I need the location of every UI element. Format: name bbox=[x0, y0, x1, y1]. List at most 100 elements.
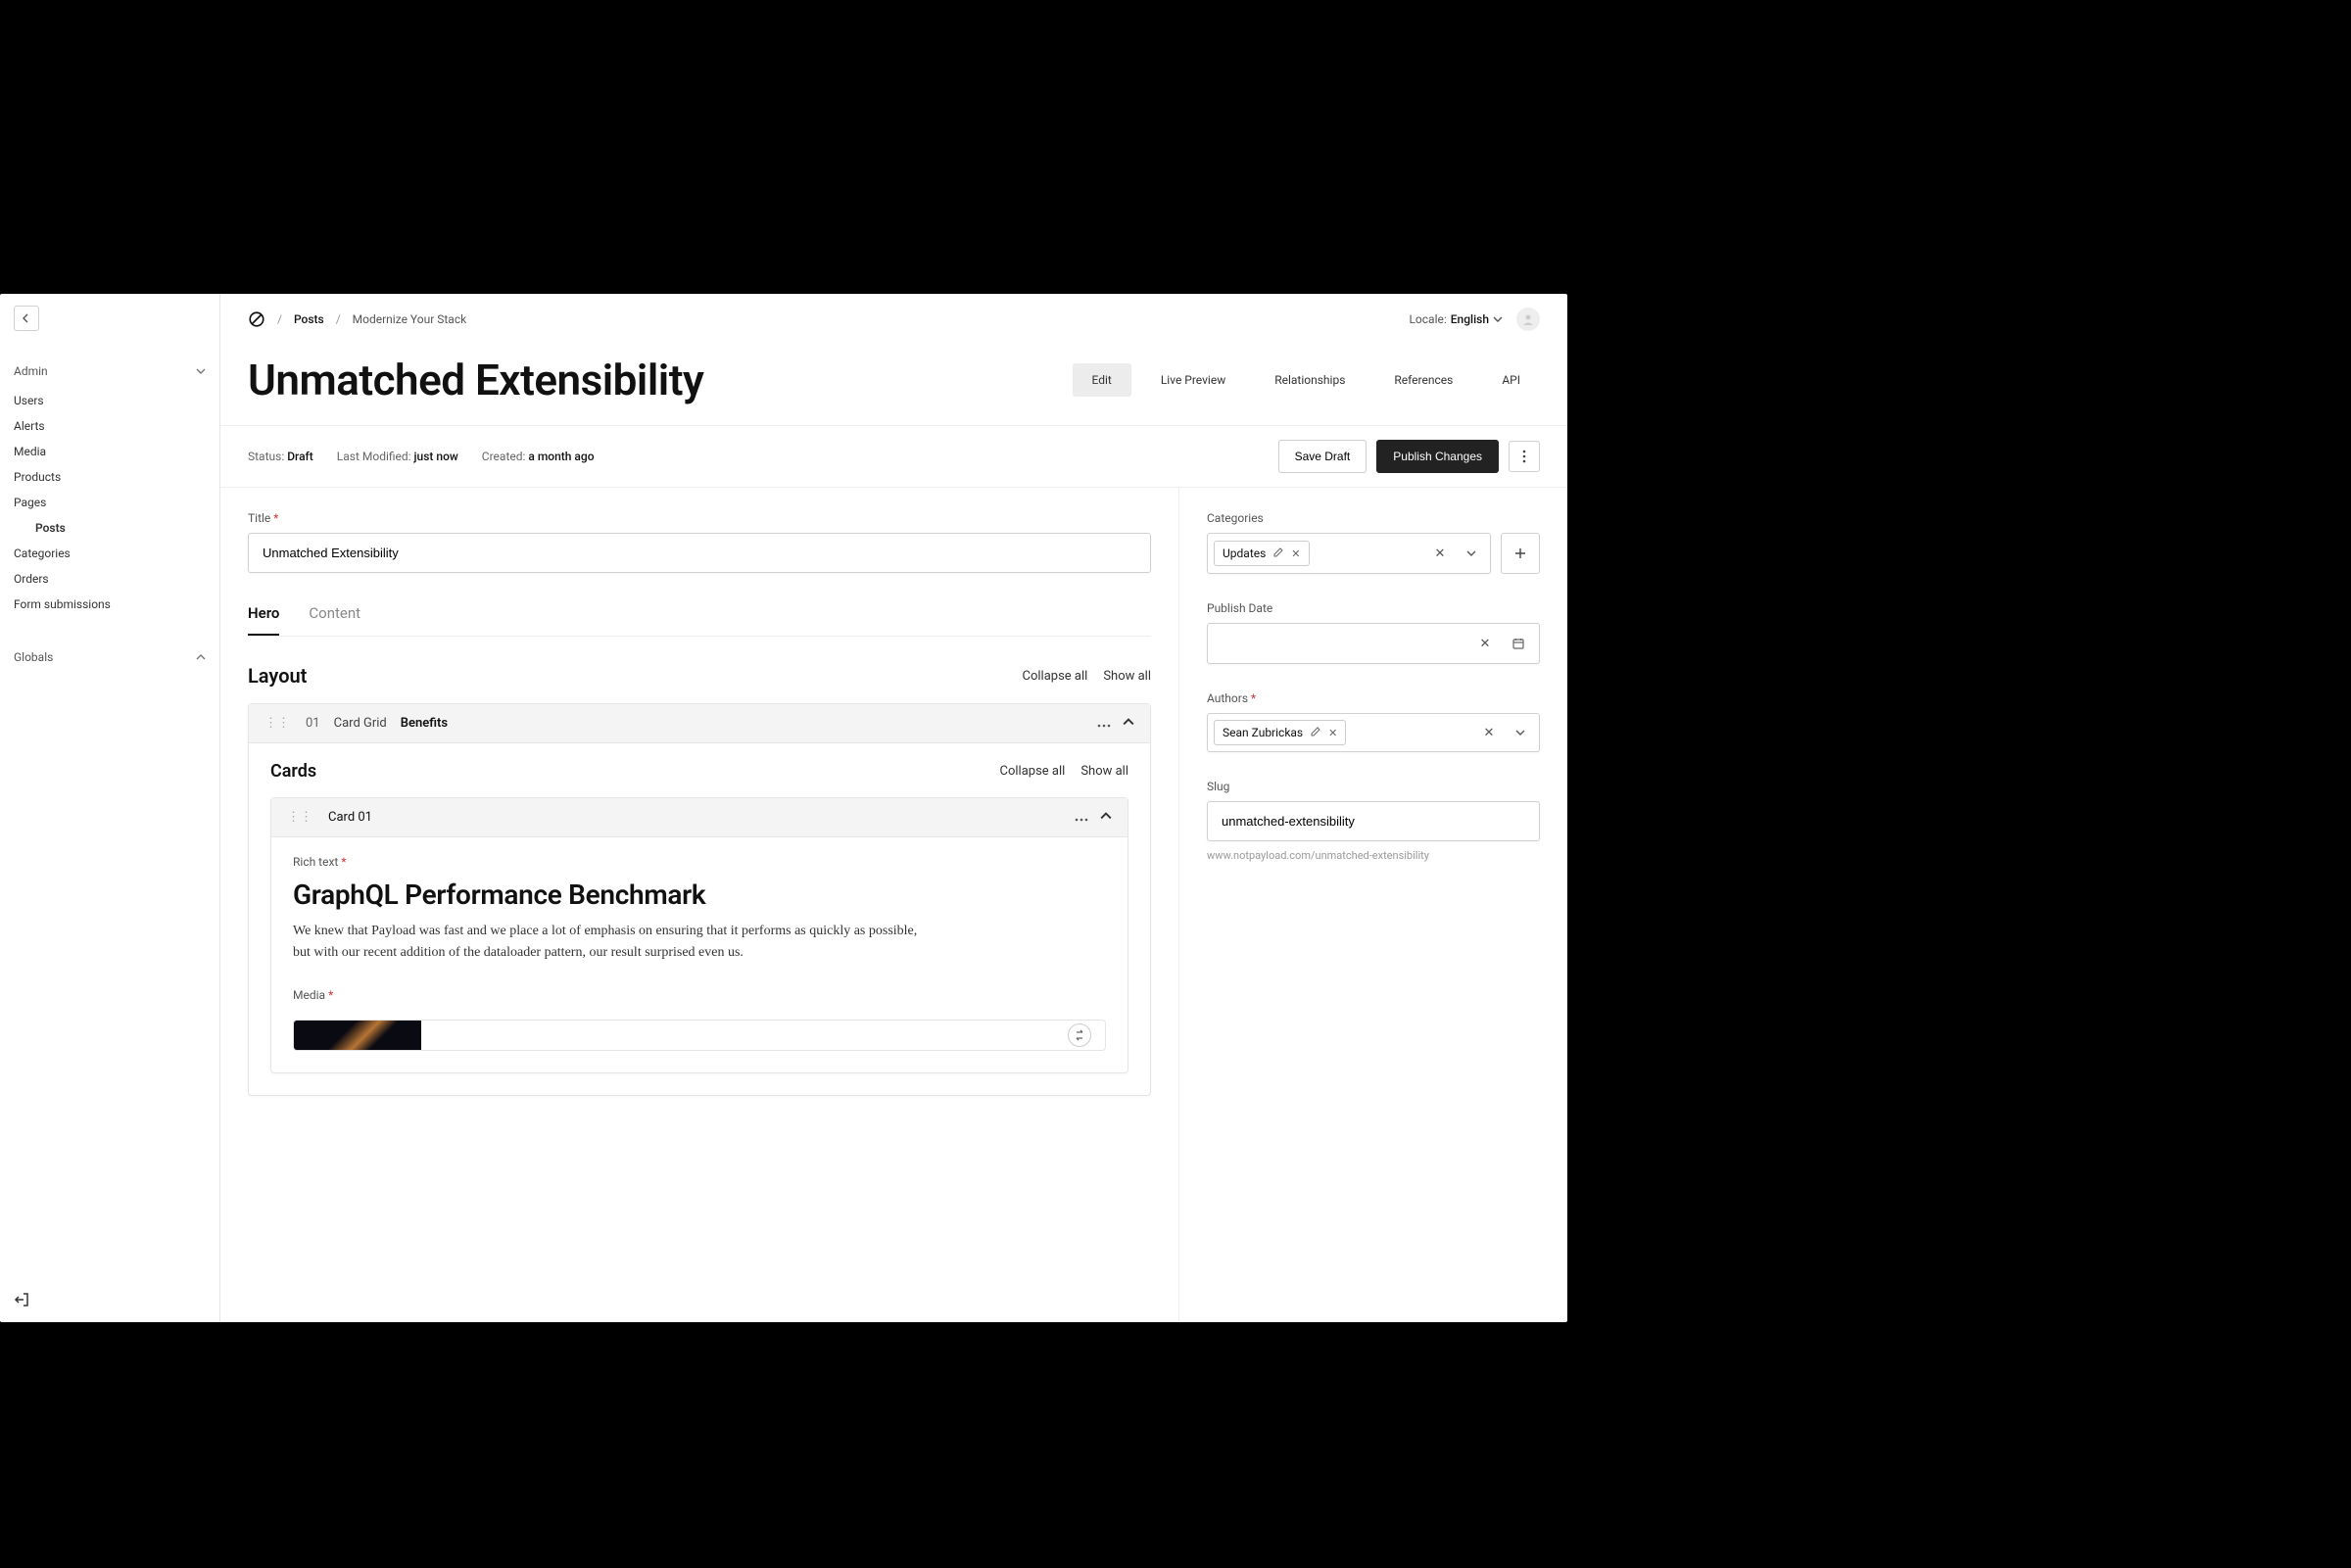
cards-show-all[interactable]: Show all bbox=[1080, 764, 1128, 779]
sidebar-item-form-submissions[interactable]: Form submissions bbox=[0, 592, 219, 617]
categories-clear-button[interactable]: ✕ bbox=[1427, 541, 1453, 566]
locale-label: Locale: bbox=[1409, 312, 1446, 326]
sidebar-item-media[interactable]: Media bbox=[0, 439, 219, 464]
media-swap-button[interactable] bbox=[1068, 1023, 1091, 1047]
more-actions-button[interactable] bbox=[1509, 441, 1540, 472]
sidebar-item-products[interactable]: Products bbox=[0, 464, 219, 490]
required-marker: * bbox=[273, 511, 278, 525]
status-group: Status: Draft bbox=[248, 450, 313, 463]
more-horizontal-icon bbox=[1075, 818, 1088, 822]
created-group: Created: a month ago bbox=[482, 450, 595, 463]
tab-api[interactable]: API bbox=[1482, 363, 1540, 397]
chip-edit-icon[interactable] bbox=[1273, 546, 1283, 560]
sidebar-item-users[interactable]: Users bbox=[0, 388, 219, 413]
user-icon bbox=[1521, 312, 1535, 326]
card-block-header: ⋮⋮ Card 01 bbox=[271, 798, 1128, 837]
breadcrumb-collection[interactable]: Posts bbox=[294, 312, 324, 326]
breadcrumb-sep: / bbox=[277, 312, 282, 326]
workspace: Title * Hero Content Layout Collapse all… bbox=[220, 488, 1567, 1322]
author-chip: Sean Zubrickas ✕ bbox=[1214, 720, 1346, 745]
more-vertical-icon bbox=[1522, 450, 1526, 463]
modified-group: Last Modified: just now bbox=[337, 450, 458, 463]
side-column: Categories Updates ✕ bbox=[1179, 488, 1567, 1322]
sidebar: Admin Users Alerts Media Products Pages … bbox=[0, 294, 220, 1322]
chevron-left-icon bbox=[22, 313, 31, 323]
block-index: 01 bbox=[306, 716, 320, 731]
save-draft-button[interactable]: Save Draft bbox=[1278, 440, 1367, 473]
plus-icon bbox=[1514, 547, 1526, 559]
cards-header: Cards Collapse all Show all bbox=[270, 761, 1128, 782]
view-tabs: Edit Live Preview Relationships Referenc… bbox=[1073, 363, 1541, 397]
logout-icon bbox=[14, 1292, 29, 1307]
layout-collapse-all[interactable]: Collapse all bbox=[1023, 669, 1088, 684]
categories-dropdown-button[interactable] bbox=[1459, 541, 1484, 566]
title-input[interactable] bbox=[248, 533, 1151, 573]
publish-date-label: Publish Date bbox=[1207, 601, 1272, 615]
sidebar-item-categories[interactable]: Categories bbox=[0, 541, 219, 566]
tab-references[interactable]: References bbox=[1374, 363, 1472, 397]
calendar-icon bbox=[1512, 638, 1524, 649]
sidebar-item-pages[interactable]: Pages bbox=[0, 490, 219, 515]
sub-tab-hero[interactable]: Hero bbox=[248, 604, 279, 636]
app-window: Admin Users Alerts Media Products Pages … bbox=[0, 294, 1567, 1322]
sidebar-item-posts[interactable]: Posts bbox=[0, 515, 219, 541]
logo-icon bbox=[248, 310, 265, 328]
authors-input[interactable]: Sean Zubrickas ✕ ✕ bbox=[1207, 713, 1540, 752]
authors-dropdown-button[interactable] bbox=[1508, 720, 1533, 745]
chip-remove-icon[interactable]: ✕ bbox=[1328, 727, 1337, 739]
tab-relationships[interactable]: Relationships bbox=[1255, 363, 1365, 397]
tab-edit[interactable]: Edit bbox=[1073, 363, 1131, 397]
avatar[interactable] bbox=[1516, 308, 1540, 331]
logout-button[interactable] bbox=[14, 1292, 29, 1310]
block-collapse-button[interactable] bbox=[1123, 716, 1134, 731]
sidebar-section-label: Admin bbox=[14, 364, 48, 378]
authors-label: Authors bbox=[1207, 691, 1248, 705]
status-value: Draft bbox=[287, 450, 313, 463]
card-label: Card 01 bbox=[328, 810, 372, 825]
publish-date-clear-button[interactable]: ✕ bbox=[1472, 631, 1498, 656]
sidebar-item-orders[interactable]: Orders bbox=[0, 566, 219, 592]
card-more-button[interactable] bbox=[1075, 811, 1088, 825]
block-more-button[interactable] bbox=[1097, 717, 1111, 731]
publish-date-calendar-button[interactable] bbox=[1506, 631, 1531, 656]
card-collapse-button[interactable] bbox=[1100, 810, 1112, 825]
sub-tabs: Hero Content bbox=[248, 604, 1151, 637]
sidebar-section-globals[interactable]: Globals bbox=[0, 644, 219, 670]
block-name: Benefits bbox=[401, 716, 448, 731]
categories-add-button[interactable] bbox=[1501, 533, 1540, 574]
chevron-up-icon bbox=[1100, 810, 1112, 822]
media-preview bbox=[293, 1020, 1106, 1051]
publish-button[interactable]: Publish Changes bbox=[1376, 440, 1499, 473]
locale-select[interactable]: Locale: English bbox=[1409, 312, 1503, 326]
swap-icon bbox=[1074, 1029, 1085, 1041]
drag-handle-icon[interactable]: ⋮⋮ bbox=[264, 716, 292, 731]
required-marker: * bbox=[1251, 691, 1256, 705]
modified-label: Last Modified: bbox=[337, 450, 411, 463]
sidebar-collapse-button[interactable] bbox=[14, 306, 39, 331]
card-block: ⋮⋮ Card 01 bbox=[270, 797, 1128, 1073]
sidebar-item-alerts[interactable]: Alerts bbox=[0, 413, 219, 439]
drag-handle-icon[interactable]: ⋮⋮ bbox=[287, 810, 314, 825]
layout-show-all[interactable]: Show all bbox=[1103, 669, 1151, 684]
rich-text-label: Rich text bbox=[293, 855, 338, 869]
rich-text-body[interactable]: We knew that Payload was fast and we pla… bbox=[293, 921, 920, 963]
categories-input[interactable]: Updates ✕ ✕ bbox=[1207, 533, 1491, 574]
block-type: Card Grid bbox=[334, 716, 387, 731]
edit-icon bbox=[1311, 727, 1320, 736]
tab-live-preview[interactable]: Live Preview bbox=[1141, 363, 1245, 397]
chip-edit-icon[interactable] bbox=[1311, 726, 1320, 739]
authors-clear-button[interactable]: ✕ bbox=[1476, 720, 1502, 745]
required-marker: * bbox=[341, 855, 346, 869]
media-thumbnail[interactable] bbox=[294, 1021, 421, 1050]
slug-input[interactable] bbox=[1207, 801, 1540, 841]
chevron-down-icon bbox=[1466, 548, 1476, 558]
sidebar-section-admin[interactable]: Admin bbox=[0, 358, 219, 384]
layout-block-header: ⋮⋮ 01 Card Grid Benefits bbox=[249, 704, 1150, 743]
rich-text-title[interactable]: GraphQL Performance Benchmark bbox=[293, 879, 1106, 911]
sub-tab-content[interactable]: Content bbox=[309, 604, 360, 636]
chip-remove-icon[interactable]: ✕ bbox=[1291, 547, 1300, 560]
chip-label: Sean Zubrickas bbox=[1223, 726, 1303, 739]
field-categories: Categories Updates ✕ bbox=[1207, 511, 1540, 574]
publish-date-input[interactable]: ✕ bbox=[1207, 623, 1540, 664]
cards-collapse-all[interactable]: Collapse all bbox=[1000, 764, 1066, 779]
